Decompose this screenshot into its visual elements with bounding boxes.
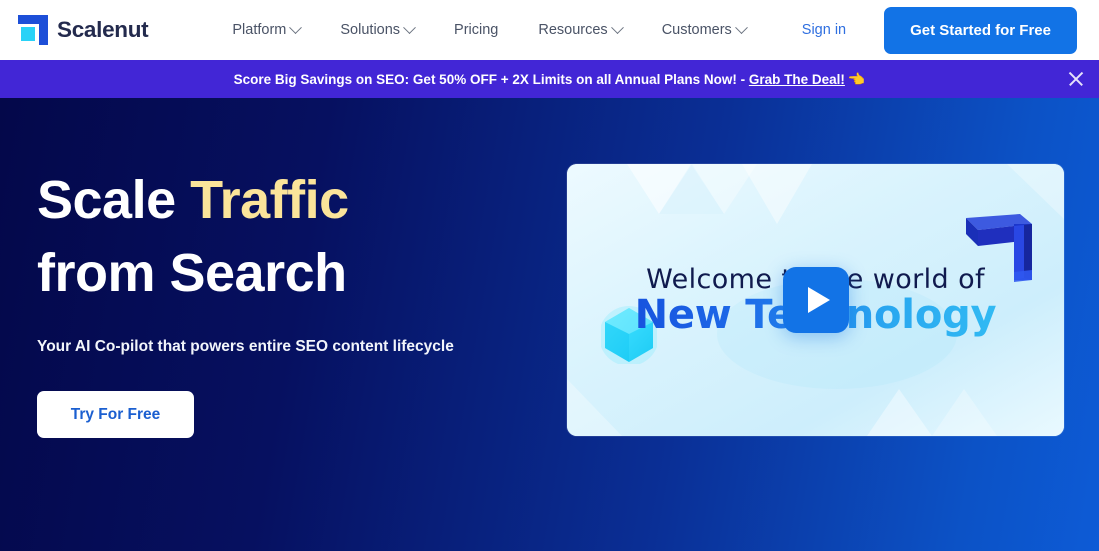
chevron-down-icon	[289, 20, 303, 34]
hero-copy-block: Scale Traffic from Search Your AI Co-pilo…	[37, 164, 537, 438]
promo-banner: Score Big Savings on SEO: Get 50% OFF + …	[0, 60, 1099, 98]
brand-name: Scalenut	[57, 17, 149, 42]
pointing-hand-icon: 👈	[847, 70, 866, 87]
headline-accent-word: Traffic	[190, 170, 349, 230]
hero-video-thumbnail[interactable]: Welcome to the world of New Technology	[567, 164, 1064, 436]
hero-subheadline: Your AI Co-pilot that powers entire SEO …	[37, 337, 454, 355]
chevron-down-icon	[734, 20, 748, 34]
nav-item-solutions[interactable]: Solutions	[320, 14, 434, 46]
chevron-down-icon	[403, 20, 416, 34]
nav-links: Platform Solutions Pricing Resources Cus…	[212, 14, 765, 46]
nav-right-actions: Sign in Get Started for Free	[788, 6, 1077, 54]
headline-part-1: Scale	[37, 170, 191, 230]
brand-logo-link[interactable]: Scalenut	[18, 15, 149, 45]
page-title: Scale Traffic from Search	[37, 164, 537, 311]
promo-close-icon[interactable]	[1065, 68, 1087, 90]
nav-item-customers[interactable]: Customers	[642, 14, 766, 46]
hero-section: Scale Traffic from Search Your AI Co-pilo…	[0, 98, 1099, 551]
try-for-free-button[interactable]: Try For Free	[37, 390, 194, 438]
play-button[interactable]	[782, 267, 849, 333]
headline-part-2: from Search	[37, 243, 347, 304]
top-navigation-bar: Scalenut Platform Solutions Pricing Reso…	[0, 0, 1099, 60]
play-icon	[807, 287, 830, 313]
nav-item-label: Pricing	[454, 22, 499, 38]
get-started-button[interactable]: Get Started for Free	[884, 6, 1077, 54]
nav-item-label: Customers	[661, 22, 732, 38]
promo-deal-link[interactable]: Grab The Deal!	[749, 72, 845, 87]
sign-in-link[interactable]: Sign in	[788, 14, 860, 46]
promo-text-before: Score Big Savings on SEO: Get 50% OFF + …	[233, 71, 749, 87]
nav-item-pricing[interactable]: Pricing	[434, 14, 518, 46]
nav-item-label: Resources	[538, 22, 608, 38]
nav-item-resources[interactable]: Resources	[518, 14, 641, 46]
nav-item-platform[interactable]: Platform	[212, 14, 320, 46]
chevron-down-icon	[610, 20, 624, 34]
scalenut-logo-icon	[18, 15, 48, 45]
nav-item-label: Platform	[232, 22, 287, 38]
promo-banner-text: Score Big Savings on SEO: Get 50% OFF + …	[234, 71, 866, 88]
nav-item-label: Solutions	[340, 22, 401, 38]
